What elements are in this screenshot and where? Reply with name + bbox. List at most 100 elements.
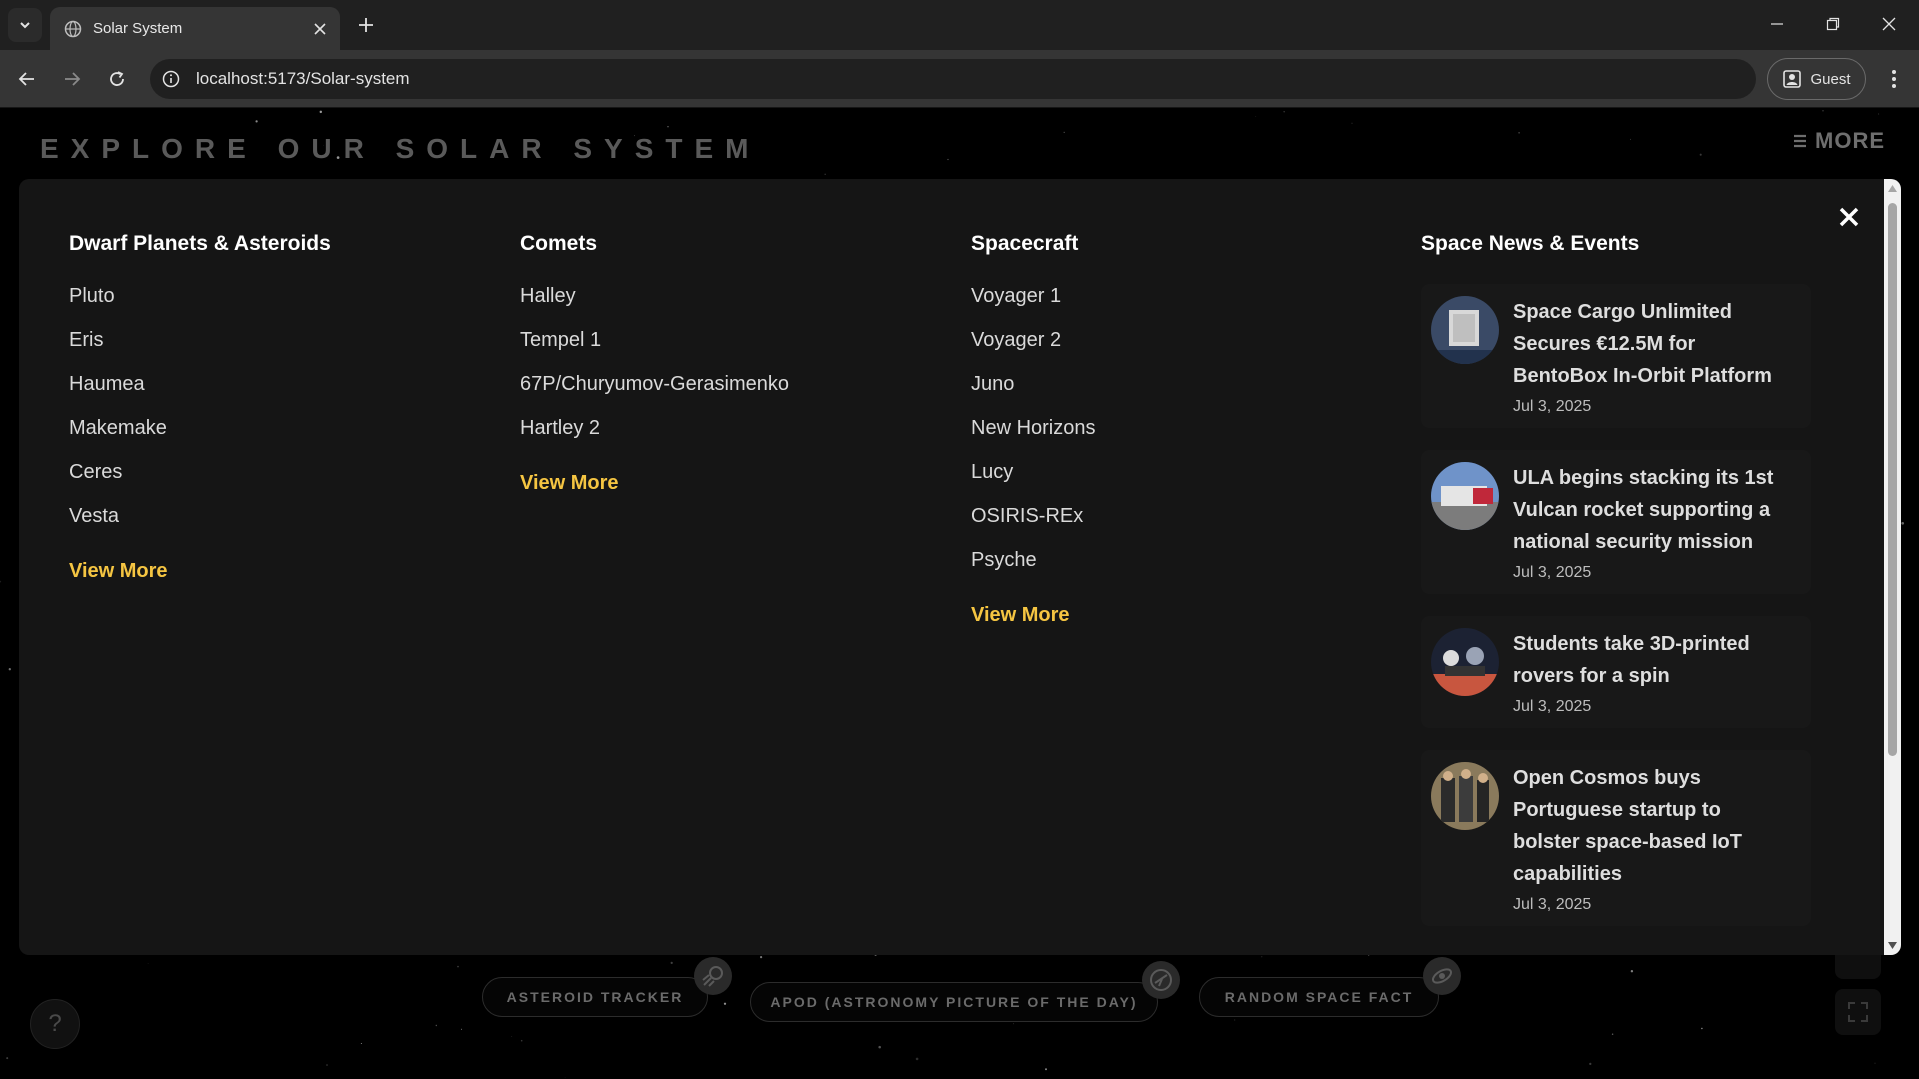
arrow-right-icon [65, 72, 81, 86]
restore-button[interactable] [1811, 8, 1855, 40]
news-list: Space Cargo Unlimited Secures €12.5M for… [1421, 284, 1811, 948]
minimize-icon [1771, 23, 1783, 25]
random-space-fact-label: RANDOM SPACE FACT [1224, 989, 1414, 1005]
menu-item-osiris-rex[interactable]: OSIRIS-REx [971, 494, 1095, 538]
menu-item-haumea[interactable]: Haumea [69, 362, 331, 406]
tab-title: Solar System [93, 20, 183, 37]
hamburger-icon [1794, 134, 1806, 148]
view-more-link[interactable]: View More [69, 560, 331, 583]
galaxy-icon [1423, 957, 1461, 995]
new-tab-button[interactable] [351, 10, 381, 40]
news-thumbnail [1431, 628, 1499, 696]
page-title: EXPLORE OUR SOLAR SYSTEM [40, 133, 761, 164]
asteroid-tracker-label: ASTEROID TRACKER [506, 989, 684, 1005]
tab-search-button[interactable] [8, 8, 42, 42]
arrow-left-icon [18, 72, 34, 86]
comet-icon [694, 957, 732, 995]
browser-toolbar: localhost:5173/Solar-system Guest [0, 50, 1919, 108]
more-vertical-icon [1892, 70, 1896, 88]
menu-item-vesta[interactable]: Vesta [69, 494, 331, 538]
close-icon[interactable] [308, 17, 332, 41]
news-thumbnail [1431, 296, 1499, 364]
minimize-button[interactable] [1755, 8, 1799, 40]
explore-menu-panel: Dwarf Planets & Asteroids Pluto Eris Hau… [19, 179, 1901, 955]
news-title: Students take 3D-printed rovers for a sp… [1513, 633, 1750, 687]
asteroid-tracker-button[interactable]: ASTEROID TRACKER [482, 977, 708, 1017]
more-label: MORE [1815, 128, 1885, 153]
profile-icon [1783, 70, 1802, 88]
chevron-down-icon [20, 22, 30, 29]
news-date: Jul 3, 2025 [1513, 698, 1592, 715]
menu-item-hartley-2[interactable]: Hartley 2 [520, 406, 789, 450]
fullscreen-icon [1848, 1002, 1868, 1022]
browser-tab-bar: Solar System [0, 0, 1919, 50]
url-text: localhost:5173/Solar-system [196, 69, 410, 88]
window-close-button[interactable] [1867, 8, 1911, 40]
menu-item-67p[interactable]: 67P/Churyumov-Gerasimenko [520, 362, 789, 406]
scroll-up-icon[interactable] [1887, 183, 1898, 194]
apod-label: APOD (ASTRONOMY PICTURE OF THE DAY) [770, 994, 1138, 1010]
spacecraft-column: Spacecraft Voyager 1 Voyager 2 Juno New … [971, 232, 1095, 627]
browser-tab[interactable]: Solar System [50, 7, 340, 50]
globe-icon [63, 19, 83, 39]
view-more-link[interactable]: View More [520, 472, 789, 495]
news-date: Jul 3, 2025 [1513, 564, 1592, 581]
menu-item-voyager-1[interactable]: Voyager 1 [971, 274, 1095, 318]
close-icon [1882, 17, 1896, 31]
news-card[interactable]: Space Cargo Unlimited Secures €12.5M for… [1421, 284, 1811, 428]
menu-item-eris[interactable]: Eris [69, 318, 331, 362]
reload-icon [110, 71, 124, 86]
menu-item-psyche[interactable]: Psyche [971, 538, 1095, 582]
news-thumbnail [1431, 462, 1499, 530]
menu-item-ceres[interactable]: Ceres [69, 450, 331, 494]
reload-button[interactable] [100, 62, 134, 96]
telescope-icon [1142, 961, 1180, 999]
menu-scrollbar[interactable] [1884, 179, 1901, 955]
comets-column: Comets Halley Tempel 1 67P/Churyumov-Ger… [520, 232, 789, 495]
address-bar[interactable]: localhost:5173/Solar-system [150, 59, 1756, 99]
fullscreen-button[interactable] [1835, 989, 1881, 1035]
scrollbar-thumb[interactable] [1888, 203, 1897, 756]
menu-item-voyager-2[interactable]: Voyager 2 [971, 318, 1095, 362]
news-date: Jul 3, 2025 [1513, 398, 1592, 415]
random-space-fact-button[interactable]: RANDOM SPACE FACT [1199, 977, 1439, 1017]
plus-icon [359, 18, 373, 32]
menu-item-tempel-1[interactable]: Tempel 1 [520, 318, 789, 362]
column-title: Dwarf Planets & Asteroids [69, 232, 331, 255]
news-card[interactable]: ULA begins stacking its 1st Vulcan rocke… [1421, 450, 1811, 594]
close-menu-button[interactable] [1834, 202, 1864, 232]
back-button[interactable] [10, 62, 44, 96]
page: EXPLORE OUR SOLAR SYSTEM MORE ASTEROID T… [0, 109, 1919, 1079]
profile-label: Guest [1810, 70, 1851, 88]
close-icon [1839, 207, 1859, 227]
menu-item-makemake[interactable]: Makemake [69, 406, 331, 450]
apod-button[interactable]: APOD (ASTRONOMY PICTURE OF THE DAY) [750, 982, 1158, 1022]
news-title: Open Cosmos buys Portuguese startup to b… [1513, 767, 1742, 885]
news-column: Space News & Events [1421, 232, 1639, 274]
menu-item-lucy[interactable]: Lucy [971, 450, 1095, 494]
info-icon[interactable] [156, 64, 186, 94]
help-button[interactable]: ? [30, 999, 80, 1049]
news-thumbnail [1431, 762, 1499, 830]
column-title: Spacecraft [971, 232, 1079, 255]
news-card[interactable]: Students take 3D-printed rovers for a sp… [1421, 616, 1811, 728]
news-date: Jul 3, 2025 [1513, 896, 1592, 913]
menu-item-juno[interactable]: Juno [971, 362, 1095, 406]
browser-menu-button[interactable] [1878, 63, 1910, 95]
help-label: ? [48, 1010, 62, 1037]
forward-button[interactable] [55, 62, 89, 96]
view-more-link[interactable]: View More [971, 604, 1095, 627]
profile-button[interactable]: Guest [1767, 58, 1866, 100]
news-column-title: Space News & Events [1421, 232, 1640, 255]
more-menu-button[interactable]: MORE [1793, 128, 1885, 154]
restore-icon [1826, 17, 1840, 31]
menu-item-pluto[interactable]: Pluto [69, 274, 331, 318]
scroll-down-icon[interactable] [1887, 940, 1898, 951]
news-title: Space Cargo Unlimited Secures €12.5M for… [1513, 301, 1772, 387]
dwarf-planets-column: Dwarf Planets & Asteroids Pluto Eris Hau… [69, 232, 331, 583]
menu-item-halley[interactable]: Halley [520, 274, 789, 318]
news-card[interactable]: Open Cosmos buys Portuguese startup to b… [1421, 750, 1811, 926]
menu-item-new-horizons[interactable]: New Horizons [971, 406, 1095, 450]
news-title: ULA begins stacking its 1st Vulcan rocke… [1513, 467, 1774, 553]
column-title: Comets [520, 232, 598, 255]
